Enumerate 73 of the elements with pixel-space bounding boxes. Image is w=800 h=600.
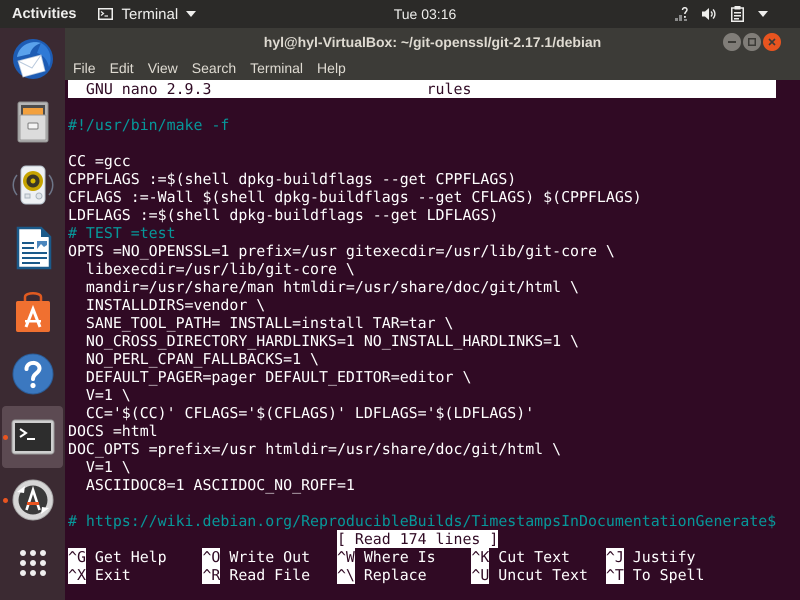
network-icon[interactable] (675, 7, 688, 21)
shortcut-key: ^O (202, 548, 220, 566)
minimize-icon (728, 41, 736, 43)
menu-item[interactable]: File (72, 58, 97, 78)
maximize-icon (748, 38, 756, 46)
caret-icon[interactable] (758, 11, 768, 17)
comment-line: # TEST =test (68, 224, 176, 242)
software-update-icon (10, 478, 54, 522)
activities-button[interactable]: Activities (12, 4, 76, 24)
shortcut-label: Write Out (229, 548, 310, 566)
terminal-icon (98, 8, 114, 20)
code-line: OPTS =NO_OPENSSL=1 prefix=/usr gitexecdir=/usr/lib/git-core \ (68, 242, 615, 260)
code-line: DEFAULT_PAGER=pager DEFAULT_EDITOR=editor \ (86, 368, 472, 386)
code-line: INSTALLDIRS=vendor \ (86, 296, 266, 314)
shortcut-label: Where Is (364, 548, 436, 566)
shortcut-label: Read File (229, 566, 310, 584)
menu-item[interactable]: Edit (108, 58, 135, 78)
mail-icon (10, 37, 54, 81)
file-name: rules (426, 80, 472, 98)
volume-icon[interactable] (702, 7, 717, 21)
shortcut-key: ^K (471, 548, 490, 566)
code-line: CC =gcc (68, 152, 131, 170)
comment-line: #!/usr/bin/make -f (68, 116, 230, 134)
shortcut-key: ^X (68, 566, 86, 584)
code-line: CFLAGS :=-Wall $(shell dpkg-buildflags --get CFLAGS) $(CPPFLAGS) (68, 188, 642, 206)
menu-item[interactable]: View (146, 58, 179, 78)
menu-item[interactable]: Search (190, 58, 238, 78)
window-title: hyl@hyl-VirtualBox: ~/git-openssl/git-2.17.1/debian (264, 34, 602, 50)
app-grid-icon (18, 549, 46, 577)
clock[interactable]: Tue 03:16 (394, 4, 456, 24)
menu-item[interactable]: Terminal (249, 58, 304, 78)
comment-line: # https://wiki.debian.org/ReproducibleBuilds/TimestampsInDocumentationGenerate$ (68, 512, 776, 530)
code-line: libexecdir=/usr/lib/git-core \ (86, 260, 355, 278)
terminal-icon (10, 419, 54, 455)
clipboard-icon[interactable] (731, 6, 744, 22)
dock-launcher[interactable] (2, 406, 63, 468)
program-version: GNU nano 2.9.3 (86, 80, 212, 98)
status-message: [ Read 174 lines ] (336, 530, 498, 548)
shortcut-label: To Spell (632, 566, 704, 584)
code-line: DOCS =html (68, 422, 158, 440)
code-line: mandir=/usr/share/man htmldir=/usr/share/doc/git/html \ (86, 278, 579, 296)
shortcut-key: ^W (336, 548, 355, 566)
speaker-icon (10, 163, 54, 207)
shortcut-key: ^J (606, 548, 624, 566)
maximize-button[interactable] (743, 33, 761, 51)
code-line: CPPFLAGS :=$(shell dpkg-buildflags --get CPPFLAGS) (68, 170, 516, 188)
shortcut-label: Exit (94, 566, 131, 584)
shortcut-label: Get Help (94, 548, 167, 566)
minimize-button[interactable] (723, 33, 741, 51)
close-icon (768, 38, 776, 46)
shortcut-key: ^\ (336, 566, 355, 584)
shortcut-key: ^U (471, 566, 490, 584)
shortcut-key: ^R (202, 566, 220, 584)
shortcut-key: ^T (606, 566, 624, 584)
code-line: DOC_OPTS =prefix=/usr htmldir=/usr/share/doc/git/html \ (68, 440, 562, 458)
code-line: ASCIIDOC8=1 ASCIIDOC_NO_ROFF=1 (86, 476, 355, 494)
code-line: SANE_TOOL_PATH= INSTALL=install TAR=tar \ (86, 314, 454, 332)
caret-icon[interactable] (186, 11, 196, 17)
shortcut-key: ^G (68, 548, 86, 566)
shortcut-label: Cut Text (498, 548, 570, 566)
shortcut-label: Replace (364, 566, 427, 584)
menu-item[interactable]: Help (316, 58, 347, 78)
shortcut-label: Uncut Text (498, 566, 588, 584)
help-icon (12, 353, 54, 395)
code-line: LDFLAGS :=$(shell dpkg-buildflags --get LDFLAGS) (68, 206, 498, 224)
code-line: V=1 \ (86, 386, 131, 404)
code-line: NO_PERL_CPAN_FALLBACKS=1 \ (86, 350, 320, 368)
code-line: V=1 \ (86, 458, 131, 476)
code-line: CC='$(CC)' CFLAGS='$(CFLAGS)' LDFLAGS='$(LDFLAGS)' (86, 404, 534, 422)
code-line: NO_CROSS_DIRECTORY_HARDLINKS=1 NO_INSTALL_HARDLINKS=1 \ (86, 332, 579, 350)
app-menu-button[interactable]: Terminal (121, 4, 178, 24)
shortcut-label: Justify (632, 548, 696, 566)
close-button[interactable] (763, 33, 781, 51)
